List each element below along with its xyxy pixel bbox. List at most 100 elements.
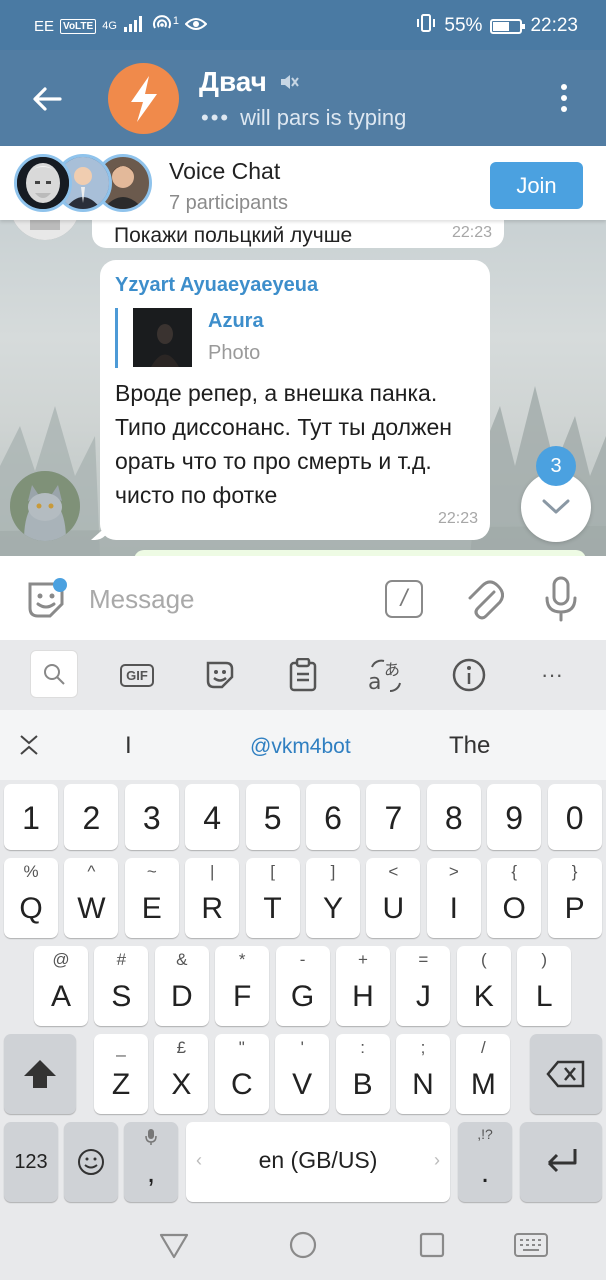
key[interactable]: 0 [547,784,602,850]
key[interactable]: (K [456,946,511,1026]
more-menu-button[interactable] [544,78,584,118]
key[interactable]: < U [366,858,421,938]
key[interactable]: -G [275,946,330,1026]
key-secondary-label: ( [480,950,487,969]
key[interactable]: ; N [396,1034,450,1114]
key-secondary-label: [ [270,862,275,881]
sticker-button[interactable] [196,652,244,698]
reply-preview[interactable]: Azura Photo [115,308,415,368]
space-key[interactable]: ‹ en (GB/US) › [186,1122,450,1202]
message-input[interactable]: Message [89,584,195,615]
nav-home-button[interactable] [286,1228,320,1262]
key[interactable]: {O [487,858,542,938]
key[interactable]: 7 [366,784,421,850]
key[interactable]: & D [154,946,209,1026]
key[interactable]: ) L [517,946,572,1026]
key-label: O [502,892,526,925]
back-button[interactable] [24,76,70,122]
period-key[interactable]: ,!? . [458,1122,512,1202]
key-label: 6 [324,800,342,836]
key-label: P [564,892,585,925]
key-secondary-label: { [511,862,518,881]
key[interactable]: 1 [4,784,58,850]
key[interactable]: / M [456,1034,511,1114]
key[interactable]: :B [335,1034,390,1114]
suggestion-3[interactable]: The [449,732,490,760]
info-button[interactable] [445,652,493,698]
join-voice-chat-button[interactable]: Join [490,162,583,209]
sender-avatar[interactable] [10,471,80,541]
suggestion-1[interactable]: I [125,732,132,760]
key[interactable]: 9 [487,784,542,850]
emoji-key[interactable] [64,1122,118,1202]
voice-chat-bar[interactable]: Voice Chat 7 participants Join [0,146,606,220]
message-author[interactable]: Yzyart Ayuaeyaeyeua [115,274,318,297]
enter-key[interactable] [520,1122,602,1202]
battery-percent: 55% [444,15,483,36]
key-label: Y [322,892,343,925]
keyboard-switch-button[interactable] [512,1228,550,1262]
suggestion-2[interactable]: @vkm4bot [250,735,351,759]
key[interactable]: ~ E [124,858,179,938]
key[interactable]: } P [547,858,602,938]
key[interactable]: = J [396,946,451,1026]
network-label: 4G [102,20,117,32]
key[interactable]: 3 [124,784,179,850]
clipboard-button[interactable] [279,652,327,698]
key[interactable]: [T [245,858,300,938]
message-bubble[interactable]: Yzyart Ayuaeyaeyeua Azura Photo Вроде ре… [100,260,490,540]
more-options-button[interactable]: ··· [528,652,576,698]
key[interactable]: ' V [275,1034,330,1114]
key-secondary-label: > [448,862,459,881]
status-bar: EE VoLTE 4G 1 55% 22:23 [0,0,606,50]
key[interactable]: _ Z [94,1034,148,1114]
key[interactable]: | R [185,858,240,938]
key-label: I [449,892,458,925]
message-bubble-previous[interactable]: Покажи польцкий лучше 22:23 [92,220,504,248]
key[interactable]: @ A [34,946,88,1026]
voice-record-button[interactable] [543,576,579,627]
vibrate-icon [416,13,436,39]
chat-title-area[interactable]: Двач [199,66,299,98]
key-secondary-label: ~ [146,862,157,881]
collapse-suggestions-button[interactable] [16,732,42,758]
voice-chat-participants: 7 participants [169,192,288,214]
key[interactable]: 2 [64,784,119,850]
chat-messages-area[interactable]: Покажи польцкий лучше 22:23 Yzyart Ayuae… [0,220,606,556]
key[interactable]: 8 [426,784,481,850]
key[interactable]: # S [94,946,149,1026]
keyboard: GIF aあ ··· I @vkm4bot The 123 , ‹ en (GB… [0,640,606,1206]
bot-command-button[interactable]: / [385,580,423,618]
nav-back-button[interactable] [157,1228,191,1262]
chat-avatar[interactable] [108,63,179,134]
key[interactable]: £ X [154,1034,209,1114]
gif-button[interactable]: GIF [113,652,161,698]
sender-avatar[interactable] [10,220,80,240]
key-label: 9 [505,800,524,836]
key[interactable]: ^ W [64,858,119,938]
key[interactable]: % Q [4,858,58,938]
keyboard-search-button[interactable] [30,650,78,698]
sticker-emoji-button[interactable] [24,578,68,627]
key[interactable]: 4 [185,784,240,850]
attach-button[interactable] [464,578,505,627]
key[interactable]: + H [336,946,390,1026]
key-secondary-label: * [238,950,246,969]
translate-button[interactable]: aあ [362,652,410,698]
back-triangle-icon [159,1233,189,1259]
key[interactable]: " C [214,1034,269,1114]
key[interactable]: 6 [306,784,360,850]
key-label: L [535,980,553,1013]
comma-key[interactable]: , [124,1122,178,1202]
shift-key[interactable] [4,1034,76,1114]
numbers-toggle-key[interactable]: 123 [4,1122,58,1202]
key[interactable]: > I [426,858,481,938]
shift-arrow-icon [24,1060,56,1088]
hotspot-icon [151,14,173,38]
nav-recents-button[interactable] [415,1228,449,1262]
key[interactable]: * F [215,946,270,1026]
key[interactable]: 5 [245,784,300,850]
backspace-key[interactable] [530,1034,602,1114]
key-label: H [352,980,374,1013]
key[interactable]: ] Y [306,858,360,938]
